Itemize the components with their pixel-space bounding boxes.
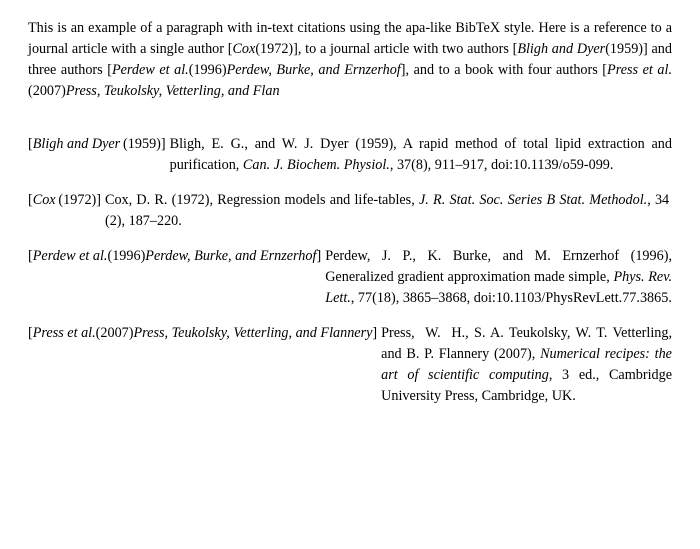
ref-row-bligh: [Bligh and Dyer (1959)] Bligh, E. G., an…: [28, 134, 672, 176]
cite-cox: Cox: [232, 41, 255, 57]
cite-perdew-full: Perdew, Burke, and Ernzerhof: [227, 62, 401, 78]
ref-entry-bligh: [Bligh and Dyer (1959)] Bligh, E. G., an…: [28, 134, 672, 176]
ref-journal-bligh: Can. J. Biochem. Physiol.: [243, 157, 390, 173]
ref-row-perdew: [Perdew et al.(1996)Perdew, Burke, and E…: [28, 246, 672, 309]
ref-journal-perdew: Phys. Rev. Lett.: [325, 269, 672, 306]
ref-content-perdew: Perdew, J. P., K. Burke, and M. Ernzerho…: [325, 246, 672, 309]
cite-press: Press et al.: [607, 62, 672, 78]
ref-entry-press: [Press et al.(2007)Press, Teukolsky, Vet…: [28, 323, 672, 407]
ref-label-bligh: [Bligh and Dyer (1959)]: [28, 134, 166, 155]
ref-content-cox: Cox, D. R. (1972), Regression models and…: [105, 190, 672, 232]
ref-row-press: [Press et al.(2007)Press, Teukolsky, Vet…: [28, 323, 672, 407]
ref-book-press: Numerical recipes: the art of scientific…: [381, 346, 672, 383]
ref-label-cox: [Cox (1972)]: [28, 190, 101, 211]
ref-journal-cox: J. R. Stat. Soc. Series B Stat. Methodol…: [419, 192, 647, 208]
cite-press-full: Press, Teukolsky, Vetterling, and Flan: [66, 83, 280, 99]
ref-content-bligh: Bligh, E. G., and W. J. Dyer (1959), A r…: [170, 134, 672, 176]
ref-label-press: [Press et al.(2007)Press, Teukolsky, Vet…: [28, 323, 377, 344]
ref-entry-perdew: [Perdew et al.(1996)Perdew, Burke, and E…: [28, 246, 672, 309]
references-section: [Bligh and Dyer (1959)] Bligh, E. G., an…: [28, 134, 672, 407]
paragraph-section: This is an example of a paragraph with i…: [28, 18, 672, 102]
ref-entry-cox: [Cox (1972)] Cox, D. R. (1972), Regressi…: [28, 190, 672, 232]
cite-bligh: Bligh and Dyer: [517, 41, 605, 57]
ref-content-press: Press, W. H., S. A. Teukolsky, W. T. Vet…: [381, 323, 672, 407]
ref-row-cox: [Cox (1972)] Cox, D. R. (1972), Regressi…: [28, 190, 672, 232]
cite-perdew: Perdew et al.: [112, 62, 189, 78]
paragraph-text: This is an example of a paragraph with i…: [28, 18, 672, 102]
ref-label-perdew: [Perdew et al.(1996)Perdew, Burke, and E…: [28, 246, 321, 267]
